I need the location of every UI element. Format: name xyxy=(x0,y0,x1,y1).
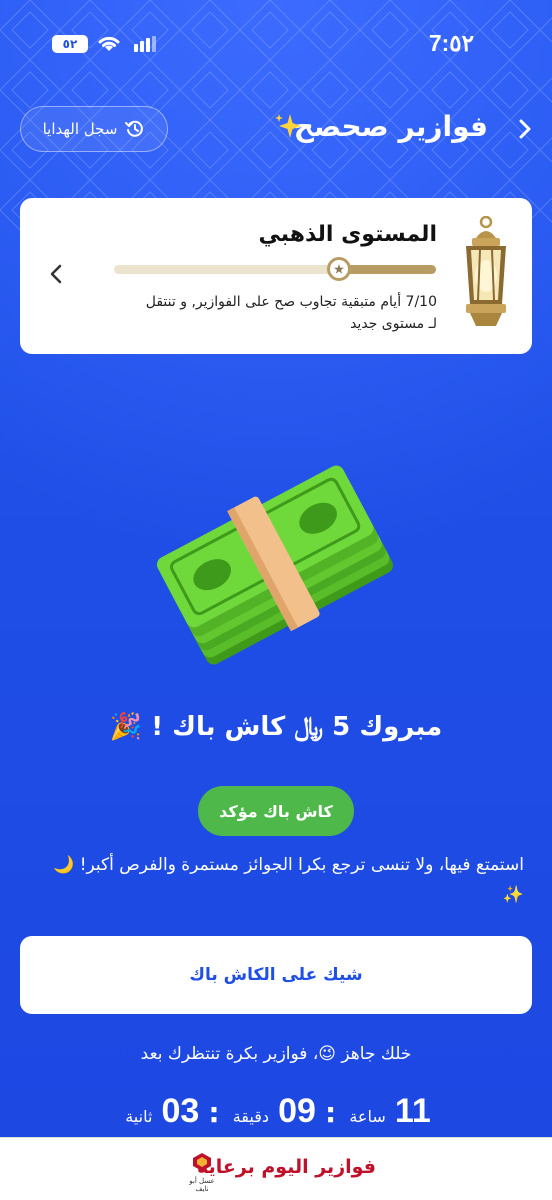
sponsor-logo-text: عسل أبو نايف xyxy=(189,1177,215,1193)
level-progress-fill xyxy=(339,265,436,274)
sponsor-bar: فوازير اليوم برعاية عسل أبو نايف xyxy=(0,1137,552,1200)
lantern-icon xyxy=(466,216,506,326)
battery-icon: ٥٢ xyxy=(52,35,88,53)
sponsor-text: فوازير اليوم برعاية xyxy=(197,1156,376,1178)
progress-star-knob xyxy=(327,257,352,281)
level-description: 7/10 أيام متبقية تجاوب صح على الفوازير, … xyxy=(145,294,437,332)
ready-message: خلك جاهز 😉، فوازير بكرة تنتظرك بعد xyxy=(140,1044,412,1064)
history-icon xyxy=(125,120,144,137)
sponsor-logo: عسل أبو نايف xyxy=(184,1152,220,1193)
cashback-confirmed-badge: كاش باك مؤكد xyxy=(198,786,354,836)
status-bar: ٥٢ 7:٥٢ xyxy=(0,30,552,60)
countdown-hours-unit: ساعة xyxy=(349,1107,386,1126)
cash-stack-illustration xyxy=(156,465,394,665)
page-title: فوازير صحصح xyxy=(293,110,488,143)
signal-icon xyxy=(134,36,156,52)
sparkles-icon xyxy=(275,114,301,138)
countdown-separator: : xyxy=(325,1096,337,1128)
check-cashback-button[interactable]: شيك على الكاش باك xyxy=(20,936,532,1014)
countdown-separator: : xyxy=(208,1096,220,1128)
countdown-seconds-unit: ثانية xyxy=(125,1107,153,1126)
wifi-icon xyxy=(98,36,120,51)
star-icon xyxy=(334,264,345,274)
countdown-minutes: 09 xyxy=(278,1092,316,1128)
gift-log-label: سجل الهدايا xyxy=(42,120,118,138)
level-progress-bar xyxy=(114,257,436,281)
countdown-minutes-unit: دقيقة xyxy=(232,1107,269,1126)
chevron-left-icon[interactable] xyxy=(50,264,62,284)
enjoy-message: استمتع فيها، ولا تنسى ترجع بكرا الجوائز … xyxy=(53,855,524,905)
congrats-message: مبروك 5 ﷼ كاش باك ! 🎉 xyxy=(109,712,443,742)
level-title: المستوى الذهبي xyxy=(258,222,437,247)
gift-log-button[interactable]: سجل الهدايا xyxy=(20,106,168,152)
countdown-hours: 11 xyxy=(394,1092,431,1128)
status-time: 7:٥٢ xyxy=(428,30,474,56)
countdown-seconds: 03 xyxy=(161,1092,200,1128)
countdown-timer: 11 ساعة : 09 دقيقة : 03 ثانية xyxy=(0,1092,552,1128)
level-card[interactable]: المستوى الذهبي 7/10 أيام متبقية تجاوب صح… xyxy=(20,198,532,354)
back-chevron-icon[interactable] xyxy=(518,118,532,140)
honey-logo-icon xyxy=(193,1153,211,1171)
